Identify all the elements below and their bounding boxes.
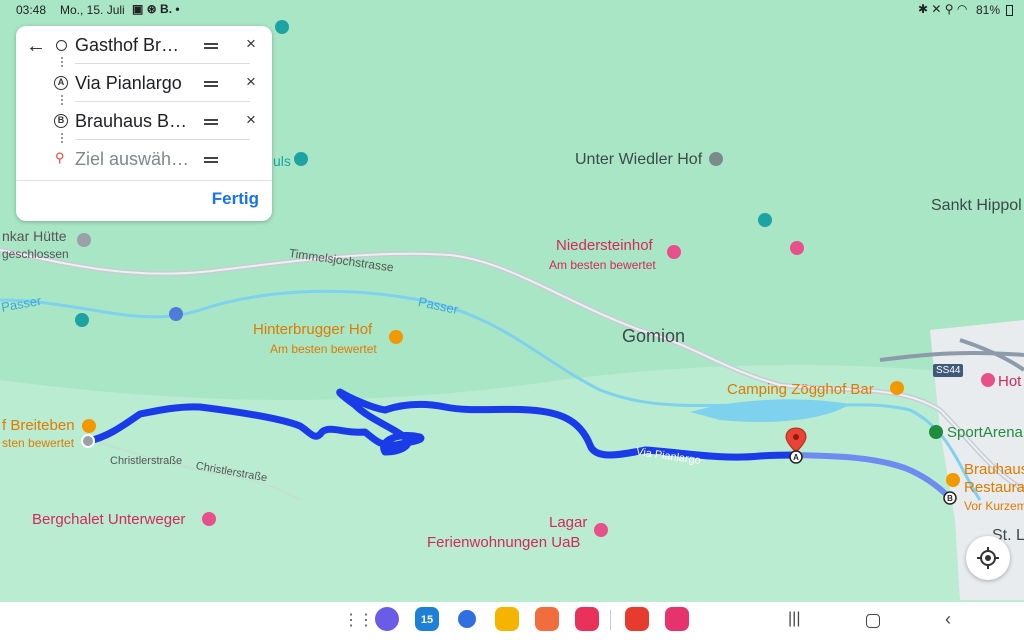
destination-pin-icon: ⚲ — [55, 150, 65, 165]
hotel-icon — [169, 307, 183, 321]
bar-icon — [890, 381, 904, 395]
done-button[interactable]: Fertig — [212, 189, 259, 209]
status-bar: 03:48 Mo., 15. Juli ▣ ⊛ B. • ✱ ✕ ⚲ ◠ 81% — [0, 0, 1024, 20]
drag-handle-icon[interactable] — [204, 157, 218, 163]
my-location-icon — [977, 547, 999, 569]
poi-sublabel: sten bewertet — [2, 436, 75, 450]
road-label: Christlerstraße — [110, 455, 183, 467]
my-location-button[interactable] — [966, 536, 1010, 580]
drag-handle-icon[interactable] — [204, 119, 218, 125]
screen-recorder-icon[interactable] — [575, 607, 599, 631]
restaurant-icon — [389, 330, 403, 344]
recents-button[interactable]: ||| — [788, 610, 800, 628]
messages-app-icon[interactable] — [458, 610, 476, 628]
poi-sublabel: Ferienwohnungen UaB — [427, 534, 581, 551]
status-date: Mo., 15. Juli — [60, 3, 125, 17]
waypoint-b-icon: B — [54, 114, 68, 128]
poi-label[interactable]: Bergchalet Unterweger — [32, 511, 185, 528]
close-icon[interactable]: × — [246, 72, 256, 92]
poi-label[interactable]: nkar Hütte — [2, 228, 67, 244]
internet-app-icon[interactable] — [375, 607, 399, 631]
drag-handle-icon[interactable] — [204, 43, 218, 49]
poi-label[interactable]: Hinterbrugger Hof — [253, 321, 372, 338]
system-icons: ✱ ✕ ⚲ ◠ — [918, 2, 968, 16]
status-time: 03:48 — [16, 3, 47, 17]
poi-sublabel: geschlossen — [2, 247, 69, 261]
waypoint-a-icon: A — [54, 76, 68, 90]
svg-text:A: A — [793, 453, 799, 462]
close-icon[interactable]: × — [246, 34, 256, 54]
waypoint-label[interactable]: Brauhaus B… — [75, 111, 187, 132]
restaurant-icon — [946, 473, 960, 487]
restaurant-icon — [82, 419, 96, 433]
waypoint-row-a[interactable]: A Via Pianlargo × — [16, 64, 272, 102]
battery-icon — [1006, 5, 1013, 16]
battery-level: 81% — [976, 3, 1001, 17]
waypoint-row-b[interactable]: B Brauhaus B… × — [16, 102, 272, 140]
attraction-icon — [294, 152, 308, 166]
poi-label[interactable]: Hot — [998, 373, 1021, 390]
poi-label[interactable]: Niedersteinhof — [556, 237, 653, 254]
notes-app-icon[interactable] — [625, 607, 649, 631]
contacts-app-icon[interactable] — [535, 607, 559, 631]
hotel-icon — [202, 512, 216, 526]
svg-text:B: B — [947, 494, 953, 503]
poi-label[interactable]: Lagar — [549, 514, 587, 531]
waypoint-label[interactable]: Via Pianlargo — [75, 73, 182, 94]
place-label[interactable]: Unter Wiedler Hof — [575, 151, 702, 169]
hotel-icon — [790, 241, 804, 255]
attraction-icon — [275, 20, 289, 34]
poi-sublabel: Vor Kurzem — [964, 499, 1024, 513]
route-origin-dot — [81, 434, 95, 448]
waypoint-row-destination[interactable]: ⚲ Ziel auswäh… — [16, 140, 272, 178]
place-label[interactable]: Sankt Hippol — [931, 197, 1022, 215]
back-button[interactable]: ‹ — [945, 609, 951, 630]
files-app-icon[interactable] — [495, 607, 519, 631]
hotel-icon — [981, 373, 995, 387]
attraction-icon — [75, 313, 89, 327]
place-label[interactable]: Gomion — [622, 326, 685, 347]
gallery-app-icon[interactable] — [665, 607, 689, 631]
poi-label[interactable]: uls — [273, 153, 291, 169]
nav-divider — [610, 610, 611, 630]
road-shield: SS44 — [933, 364, 964, 377]
poi-label[interactable]: Camping Zögghof Bar — [727, 381, 874, 398]
drag-handle-icon[interactable] — [204, 81, 218, 87]
notification-icons: ▣ ⊛ B. • — [132, 2, 180, 16]
poi-label[interactable]: f Breiteben — [2, 417, 75, 434]
calendar-app-icon[interactable]: 15 — [415, 607, 439, 631]
origin-circle-icon — [56, 40, 67, 51]
panel-divider — [16, 180, 272, 181]
poi-sublabel: Am besten bewertet — [549, 258, 656, 272]
hut-icon — [77, 233, 91, 247]
hotel-icon — [667, 245, 681, 259]
hotel-icon — [594, 523, 608, 537]
directions-panel: ← Gasthof Br… × A Via Pianlargo × B Brau… — [16, 26, 272, 221]
destination-input[interactable]: Ziel auswäh… — [75, 149, 189, 170]
place-pin-icon — [709, 152, 723, 166]
waypoint-label[interactable]: Gasthof Br… — [75, 35, 179, 56]
close-icon[interactable]: × — [246, 110, 256, 130]
home-button[interactable] — [866, 614, 880, 628]
poi-label[interactable]: Brauhaus — [964, 461, 1024, 478]
poi-label[interactable]: SportArena — [947, 424, 1023, 441]
poi-sublabel: Am besten bewertet — [270, 342, 377, 356]
sport-icon — [929, 425, 943, 439]
poi-label[interactable]: Restaura — [964, 479, 1024, 496]
waypoint-row-origin[interactable]: Gasthof Br… × — [16, 26, 272, 64]
attraction-icon — [758, 213, 772, 227]
